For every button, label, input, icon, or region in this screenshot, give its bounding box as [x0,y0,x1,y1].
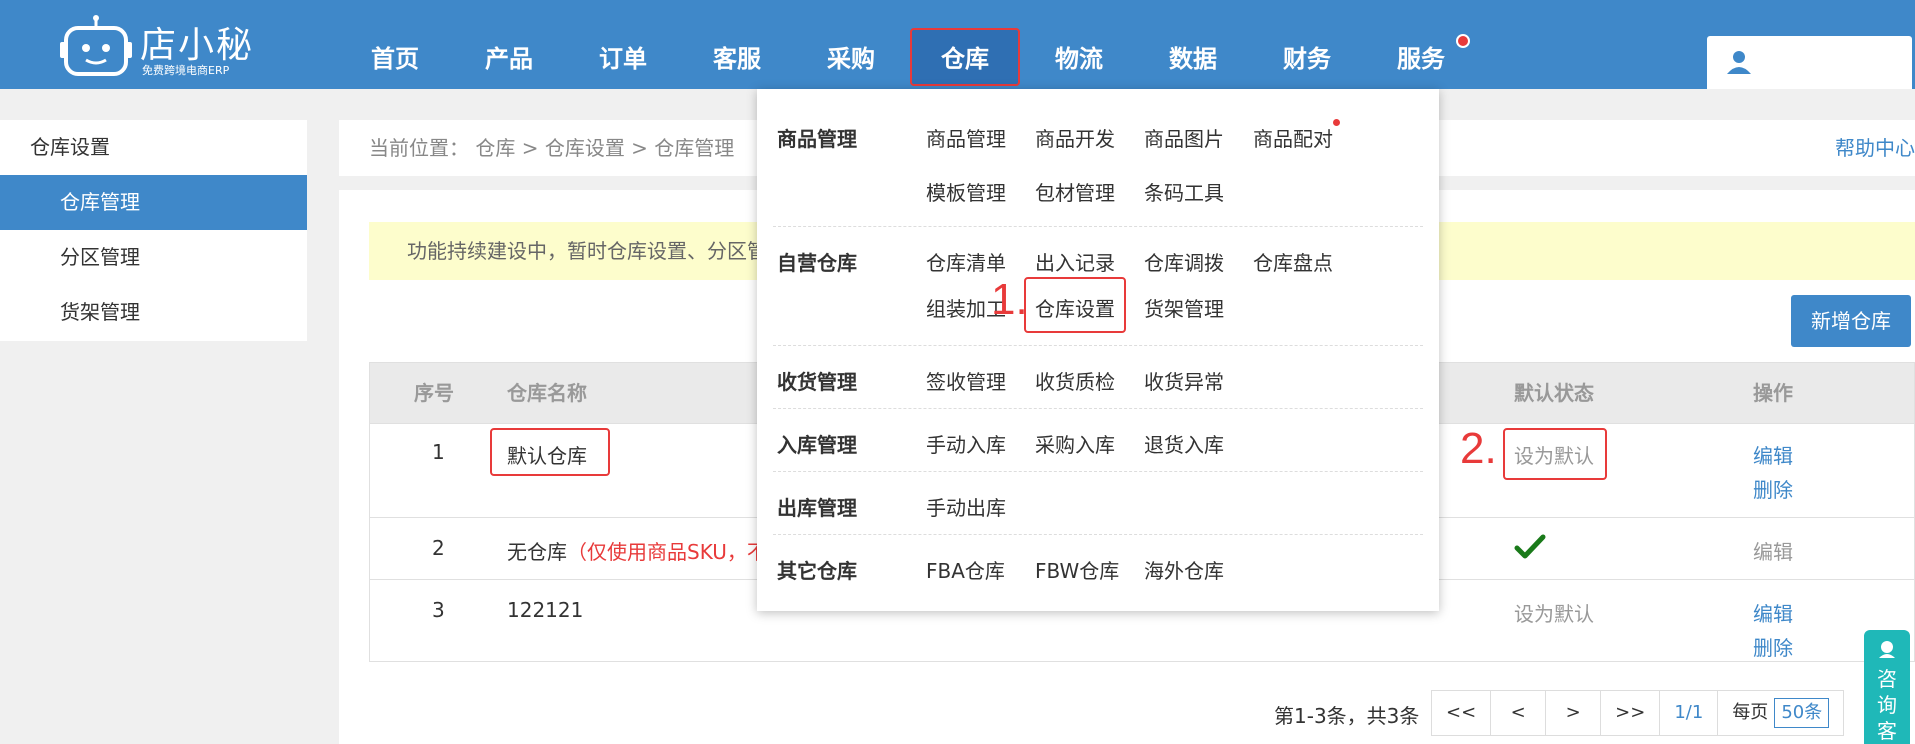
nav-logistics[interactable]: 物流 [1024,26,1134,88]
row-no: 2 [432,536,445,560]
menu-section-title: 出库管理 [777,496,857,520]
sidebar-item-warehouse-management[interactable]: 仓库管理 [0,175,307,230]
sidebar-item-shelf-management[interactable]: 货架管理 [0,285,307,340]
menu-item-inout-records[interactable]: 出入记录 [1035,247,1115,276]
menu-section-title: 收货管理 [777,370,857,394]
add-warehouse-button[interactable]: 新增仓库 [1791,295,1911,347]
set-default-button[interactable]: 设为默认 [1514,440,1594,469]
menu-item-manual-inbound[interactable]: 手动入库 [926,429,1006,458]
menu-item-warehouse-list[interactable]: 仓库清单 [926,247,1006,276]
menu-item-manual-outbound[interactable]: 手动出库 [926,492,1006,521]
warehouse-dropdown-menu: 商品管理 商品管理 商品开发 商品图片 商品配对 模板管理 包材管理 条码工具 … [757,89,1439,611]
menu-item-product-pairing[interactable]: 商品配对 [1253,123,1333,152]
menu-item-stocktaking[interactable]: 仓库盘点 [1253,247,1333,276]
pagination: << < > >> 1/1 每页 50条 [1431,690,1845,736]
menu-section-product-management: 商品管理 商品管理 商品开发 商品图片 商品配对 模板管理 包材管理 条码工具 [773,89,1423,227]
nav-warehouse[interactable]: 仓库 [910,28,1020,86]
menu-section-own-warehouse: 自营仓库 仓库清单 出入记录 仓库调拨 仓库盘点 组装加工 1. 仓库设置 货架… [773,227,1423,346]
row-name: 无仓库（仅使用商品SKU，不 [507,536,767,565]
nav-home[interactable]: 首页 [340,26,450,88]
menu-section-title: 其它仓库 [777,559,857,583]
nav-data[interactable]: 数据 [1138,26,1248,88]
help-center-link[interactable]: 帮助中心 [1835,120,1915,176]
checkmark-icon [1514,534,1546,559]
consult-label: 咨询客服 [1877,667,1897,743]
page-last-button[interactable]: >> [1600,690,1661,736]
menu-item-product-images[interactable]: 商品图片 [1144,123,1224,152]
row-name-text: 无仓库 [507,540,567,564]
menu-item-packaging-management[interactable]: 包材管理 [1035,177,1115,206]
menu-section-outbound: 出库管理 手动出库 [773,472,1423,535]
menu-item-fbw-warehouse[interactable]: FBW仓库 [1035,555,1119,584]
user-icon [1727,51,1751,74]
menu-item-quality-check[interactable]: 收货质检 [1035,366,1115,395]
page-prev-button[interactable]: < [1490,690,1547,736]
menu-section-receiving: 收货管理 签收管理 收货质检 收货异常 [773,346,1423,409]
row-name-note: （仅使用商品SKU，不 [567,540,767,564]
breadcrumb: 当前位置： 仓库 > 仓库设置 > 仓库管理 [369,136,735,160]
logo-title: 店小秘 [140,25,255,66]
menu-item-sign-in[interactable]: 签收管理 [926,366,1006,395]
nav-service[interactable]: 客服 [682,26,792,88]
per-page-select[interactable]: 50条 [1774,698,1830,728]
step-2-label: 2. [1460,424,1497,473]
step-1-label: 1. [991,275,1028,324]
menu-section-title: 入库管理 [777,433,857,457]
set-default-button[interactable]: 设为默认 [1514,598,1594,627]
edit-link-disabled: 编辑 [1753,540,1793,564]
menu-item-overseas-warehouse[interactable]: 海外仓库 [1144,555,1224,584]
menu-item-product-management[interactable]: 商品管理 [926,123,1006,152]
sidebar: 仓库设置 仓库管理 分区管理 货架管理 [0,120,307,341]
header-name: 仓库名称 [507,381,587,405]
row-no: 3 [432,598,445,622]
page-next-button[interactable]: > [1545,690,1602,736]
header-actions: 操作 [1753,381,1793,405]
menu-item-product-development[interactable]: 商品开发 [1035,123,1115,152]
menu-item-new-dot [1333,119,1340,126]
edit-link[interactable]: 编辑 [1753,598,1793,627]
header-default-status: 默认状态 [1514,381,1594,405]
menu-item-warehouse-settings[interactable]: 仓库设置 [1035,293,1115,322]
menu-item-shelf-management[interactable]: 货架管理 [1144,293,1224,322]
menu-section-inbound: 入库管理 手动入库 采购入库 退货入库 [773,409,1423,472]
menu-item-return-inbound[interactable]: 退货入库 [1144,429,1224,458]
robot-logo-icon [60,15,132,76]
top-navbar: 店小秘 免费跨境电商ERP 首页 产品 订单 客服 采购 仓库 物流 数据 财务… [0,0,1915,89]
menu-item-receiving-exception[interactable]: 收货异常 [1144,366,1224,395]
menu-item-template-management[interactable]: 模板管理 [926,177,1006,206]
consult-service-button[interactable]: 咨询客服 [1864,630,1910,744]
user-menu[interactable] [1707,36,1912,89]
menu-item-purchase-inbound[interactable]: 采购入库 [1035,429,1115,458]
delete-link[interactable]: 删除 [1753,474,1793,503]
header-no: 序号 [414,381,454,405]
menu-section-title: 自营仓库 [777,251,857,275]
logo-subtitle: 免费跨境电商ERP [142,64,230,77]
menu-item-fba-warehouse[interactable]: FBA仓库 [926,555,1005,584]
sidebar-item-zone-management[interactable]: 分区管理 [0,230,307,285]
page-size-control: 每页 50条 [1717,690,1845,736]
menu-item-warehouse-transfer[interactable]: 仓库调拨 [1144,247,1224,276]
menu-section-title: 商品管理 [777,127,857,151]
sidebar-heading: 仓库设置 [30,135,110,159]
notification-dot [1456,34,1470,48]
row-no: 1 [432,440,445,464]
row-name: 默认仓库 [507,444,587,468]
page-first-button[interactable]: << [1431,690,1492,736]
page-current: 1/1 [1659,690,1719,736]
nav-orders[interactable]: 订单 [568,26,678,88]
logo[interactable]: 店小秘 免费跨境电商ERP [58,10,258,80]
delete-link[interactable]: 删除 [1753,632,1793,661]
nav-finance[interactable]: 财务 [1252,26,1362,88]
menu-section-other-warehouses: 其它仓库 FBA仓库 FBW仓库 海外仓库 [773,535,1423,611]
headset-icon [1879,641,1895,658]
per-page-label: 每页 [1732,702,1769,723]
nav-products[interactable]: 产品 [454,26,564,88]
nav-purchase[interactable]: 采购 [796,26,906,88]
edit-link[interactable]: 编辑 [1753,440,1793,469]
pagination-info: 第1-3条，共3条 [1274,704,1420,728]
menu-item-barcode-tool[interactable]: 条码工具 [1144,177,1224,206]
row-name: 122121 [507,598,584,622]
